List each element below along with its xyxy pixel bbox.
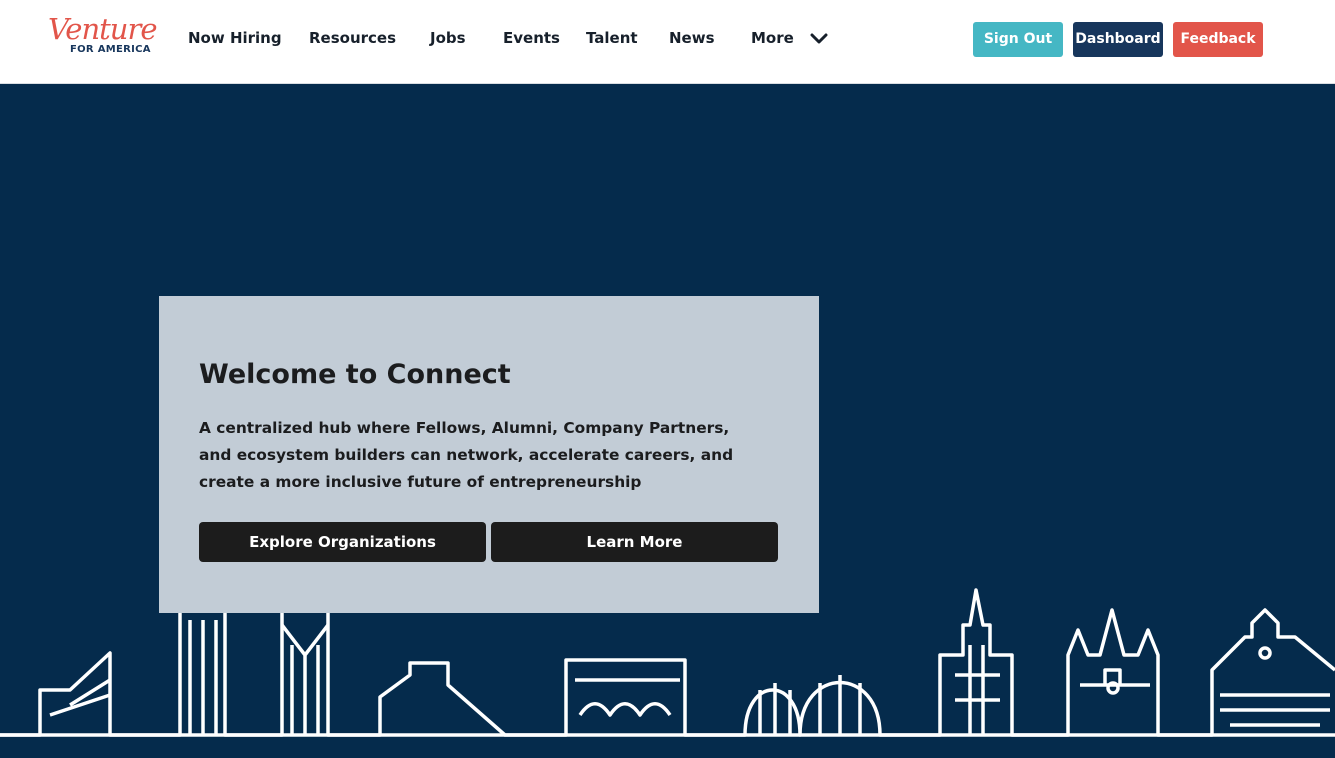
nav-news[interactable]: News [669,29,715,47]
nav-more[interactable]: More [751,29,794,47]
nav-resources[interactable]: Resources [309,29,396,47]
top-navigation-bar: Venture FOR AMERICA Now Hiring Resources… [0,0,1335,84]
welcome-card: Welcome to Connect A centralized hub whe… [159,296,819,613]
chevron-down-icon[interactable] [810,32,828,46]
venture-for-america-logo[interactable]: Venture FOR AMERICA [48,12,157,58]
sign-out-button[interactable]: Sign Out [973,22,1063,57]
feedback-button[interactable]: Feedback [1173,22,1263,57]
nav-jobs[interactable]: Jobs [430,29,466,47]
logo-subtitle: FOR AMERICA [70,44,151,55]
explore-organizations-button[interactable]: Explore Organizations [199,522,486,562]
nav-now-hiring[interactable]: Now Hiring [188,29,282,47]
welcome-description: A centralized hub where Fellows, Alumni,… [199,419,734,491]
nav-talent[interactable]: Talent [586,29,638,47]
dashboard-button[interactable]: Dashboard [1073,22,1163,57]
nav-events[interactable]: Events [503,29,560,47]
welcome-heading: Welcome to Connect [199,359,511,390]
logo-wordmark: Venture [48,12,157,46]
learn-more-button[interactable]: Learn More [491,522,778,562]
